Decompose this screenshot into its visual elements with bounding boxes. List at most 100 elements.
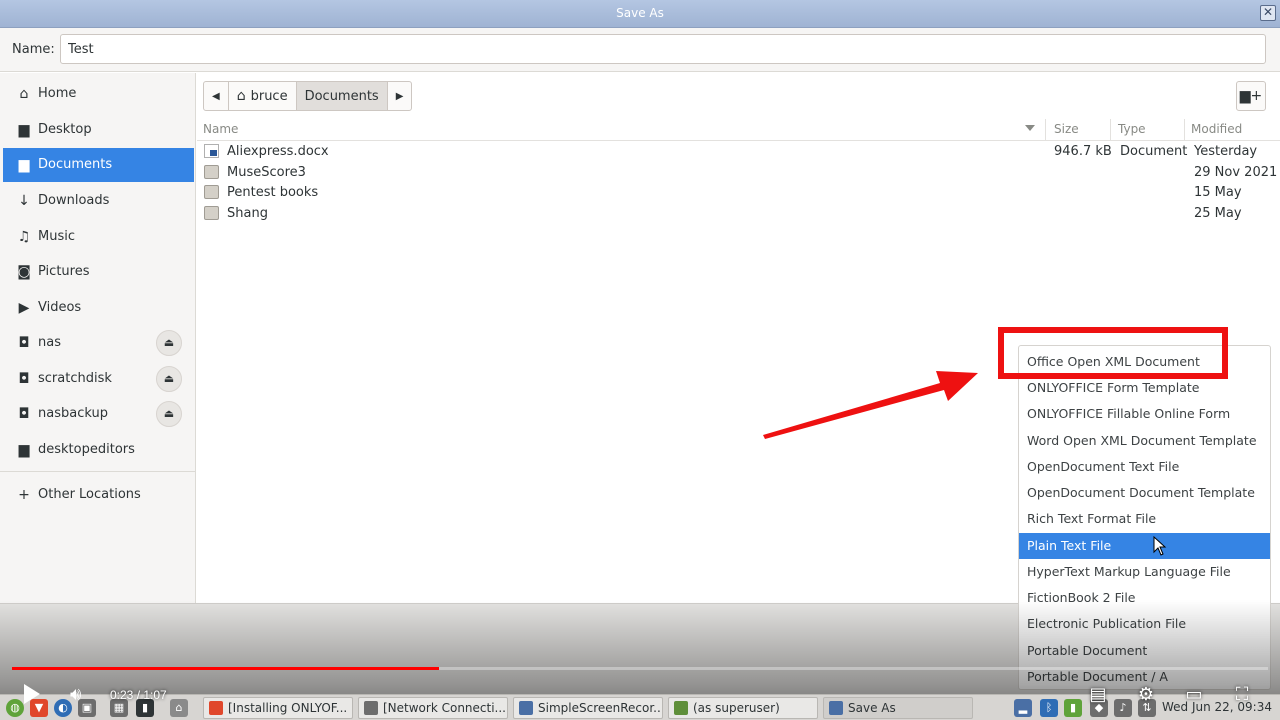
column-header-size[interactable]: Size	[1054, 122, 1079, 136]
sidebar-item-desktop[interactable]: ▆ Desktop	[3, 113, 194, 147]
file-row[interactable]: Pentest books 15 May	[197, 183, 1280, 203]
sidebar-item-scratchdisk[interactable]: ◘ scratchdisk ⏏	[3, 362, 194, 396]
file-type-option[interactable]: Portable Document	[1019, 638, 1270, 664]
file-type-option[interactable]: ONLYOFFICE Fillable Online Form	[1019, 401, 1270, 427]
places-sidebar: ⌂ Home ▆ Desktop ▆ Documents ↓ Downloads…	[0, 73, 196, 603]
sidebar-separator	[0, 471, 195, 472]
file-modified: 25 May	[1194, 206, 1242, 221]
file-type-option[interactable]: OpenDocument Text File	[1019, 454, 1270, 480]
taskbar-task-label: [Installing ONLYOF...	[228, 701, 348, 715]
sidebar-item-label: Home	[38, 86, 77, 101]
path-segment-label: Documents	[304, 88, 379, 104]
close-icon[interactable]: ✕	[1260, 5, 1276, 21]
file-type-option[interactable]: FictionBook 2 File	[1019, 585, 1270, 611]
sidebar-item-nas[interactable]: ◘ nas ⏏	[3, 326, 194, 360]
taskbar-task-active[interactable]: Save As	[823, 697, 973, 719]
sidebar-item-label: nas	[38, 335, 61, 350]
sidebar-item-label: scratchdisk	[38, 371, 112, 386]
taskbar-task[interactable]: (as superuser)	[668, 697, 818, 719]
taskbar-task-label: SimpleScreenRecor...	[538, 701, 663, 715]
app-menu-icon[interactable]: ◍	[6, 699, 24, 717]
sidebar-item-nasbackup[interactable]: ◘ nasbackup ⏏	[3, 397, 194, 431]
name-label: Name:	[12, 42, 55, 57]
path-segment-home[interactable]: ⌂ bruce	[229, 82, 297, 110]
desktop-icon: ▆	[18, 122, 30, 138]
volume-tray-icon[interactable]: ♪	[1114, 699, 1132, 717]
file-type-option[interactable]: Word Open XML Document Template	[1019, 428, 1270, 454]
sidebar-item-home[interactable]: ⌂ Home	[3, 77, 194, 111]
sidebar-item-music[interactable]: ♫ Music	[3, 220, 194, 254]
sidebar-item-label: Downloads	[38, 193, 110, 208]
path-segment-documents[interactable]: Documents	[296, 82, 388, 110]
miniplayer-icon[interactable]: ▭	[1182, 684, 1206, 706]
new-folder-button[interactable]: ▆+	[1236, 81, 1266, 111]
file-row[interactable]: Aliexpress.docx 946.7 kB Document Yester…	[197, 142, 1280, 162]
path-back-button[interactable]: ◀	[204, 82, 229, 110]
sidebar-item-other-locations[interactable]: + Other Locations	[3, 478, 194, 512]
settings-gear-icon[interactable]: ⚙	[1134, 684, 1158, 706]
sidebar-item-downloads[interactable]: ↓ Downloads	[3, 184, 194, 218]
plus-icon: +	[18, 487, 30, 503]
file-modified: 29 Nov 2021	[1194, 165, 1278, 180]
filename-input[interactable]	[60, 34, 1266, 64]
sidebar-item-label: Pictures	[38, 264, 90, 279]
file-type-option[interactable]: Rich Text Format File	[1019, 506, 1270, 532]
battery-icon[interactable]: ▮	[1064, 699, 1082, 717]
file-row[interactable]: Shang 25 May	[197, 204, 1280, 224]
sidebar-item-videos[interactable]: ▶ Videos	[3, 291, 194, 325]
file-type-option[interactable]: Electronic Publication File	[1019, 611, 1270, 637]
window-title: Save As	[616, 6, 664, 20]
file-type-option[interactable]: OpenDocument Document Template	[1019, 480, 1270, 506]
file-name: Aliexpress.docx	[227, 144, 329, 159]
bluetooth-icon[interactable]: ᛒ	[1040, 699, 1058, 717]
file-type: Document	[1120, 144, 1188, 159]
network-drive-icon: ◘	[18, 406, 30, 422]
chevron-right-icon: ▶	[395, 90, 404, 102]
column-header-modified[interactable]: Modified	[1191, 122, 1242, 136]
folder-icon: ▆	[18, 442, 30, 458]
file-name: MuseScore3	[227, 165, 306, 180]
eject-icon[interactable]: ⏏	[156, 401, 182, 427]
play-icon[interactable]	[24, 684, 40, 704]
sidebar-item-pictures[interactable]: ◙ Pictures	[3, 255, 194, 289]
volume-icon[interactable]: 🔊︎	[70, 684, 81, 706]
sidebar-item-label: Documents	[38, 157, 113, 172]
cpu-graph-icon[interactable]: ▂	[1014, 699, 1032, 717]
mouse-cursor-icon	[1153, 536, 1167, 556]
sidebar-item-documents[interactable]: ▆ Documents	[3, 148, 194, 182]
taskbar-task[interactable]: [Network Connecti...	[358, 697, 508, 719]
folder-icon	[204, 185, 219, 199]
taskbar-task[interactable]: [Installing ONLYOF...	[203, 697, 353, 719]
file-modified: Yesterday	[1194, 144, 1258, 159]
sidebar-item-desktopeditors[interactable]: ▆ desktopeditors	[3, 433, 194, 467]
path-segment-label: bruce	[250, 88, 288, 104]
taskbar-task[interactable]: SimpleScreenRecor...	[513, 697, 663, 719]
new-folder-icon: ▆+	[1239, 88, 1263, 104]
column-header-name[interactable]: Name	[203, 122, 238, 136]
eject-icon[interactable]: ⏏	[156, 330, 182, 356]
fullscreen-icon[interactable]: ⛶	[1230, 684, 1254, 706]
eject-icon[interactable]: ⏏	[156, 366, 182, 392]
sidebar-item-label: nasbackup	[38, 406, 108, 421]
file-type-option[interactable]: HyperText Markup Language File	[1019, 559, 1270, 585]
taskbar-clock: Wed Jun 22, 09:34	[1161, 700, 1272, 714]
superuser-app-icon	[674, 701, 688, 715]
annotation-highlight-box	[998, 327, 1228, 379]
home-folder-icon[interactable]: ⌂	[170, 699, 188, 717]
column-header-type[interactable]: Type	[1118, 122, 1146, 136]
column-divider	[1110, 119, 1111, 141]
file-name: Shang	[227, 206, 268, 221]
file-type-option-selected[interactable]: Plain Text File	[1019, 533, 1270, 559]
video-progress-bar[interactable]	[12, 667, 1268, 670]
sidebar-item-label: Other Locations	[38, 487, 141, 502]
taskbar-task-label: Save As	[848, 701, 896, 715]
column-divider	[1045, 119, 1046, 141]
file-row[interactable]: MuseScore3 29 Nov 2021	[197, 163, 1280, 183]
network-drive-icon: ◘	[18, 335, 30, 351]
path-forward-button[interactable]: ▶	[388, 82, 412, 110]
docx-file-icon	[204, 144, 219, 158]
path-bar: ◀ ⌂ bruce Documents ▶	[203, 81, 413, 111]
file-size: 946.7 kB	[1054, 144, 1112, 159]
captions-icon[interactable]: ▤	[1086, 684, 1110, 706]
pictures-icon: ◙	[17, 264, 31, 280]
